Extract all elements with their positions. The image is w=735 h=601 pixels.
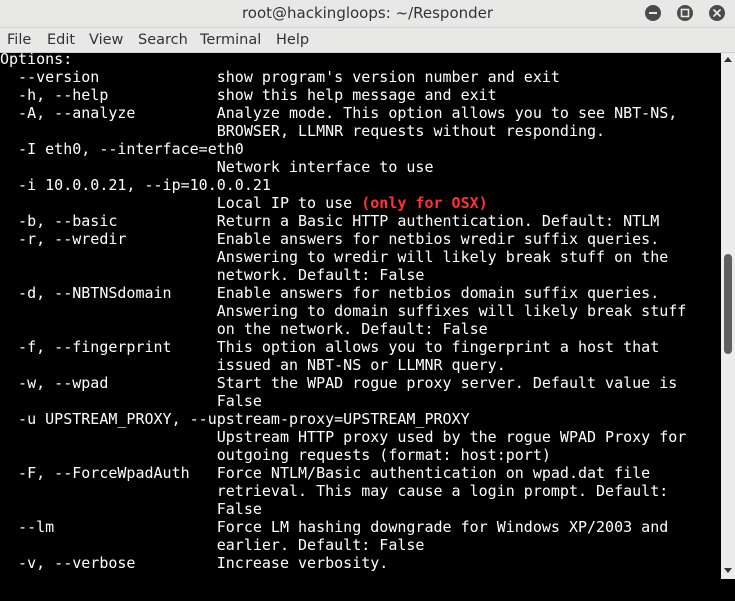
terminal-line: outgoing requests (format: host:port) (0, 446, 551, 464)
terminal-line: -f, --fingerprint This option allows you… (0, 338, 660, 356)
terminal-line: False (0, 392, 262, 410)
terminal-line-with-highlight: Local IP to use (only for OSX) (0, 194, 686, 212)
minimize-icon[interactable] (645, 5, 661, 21)
terminal-line: network. Default: False (0, 266, 425, 284)
terminal-text: Options: --version show program's versio… (0, 53, 686, 572)
terminal-line: Network interface to use (0, 158, 434, 176)
window-bottom-edge (0, 579, 735, 601)
maximize-icon[interactable] (677, 5, 693, 21)
menu-help[interactable]: Help (276, 32, 309, 48)
menu-bar: File Edit View Search Terminal Help (0, 28, 735, 53)
menu-file[interactable]: File (7, 32, 31, 48)
terminal-line: -d, --NBTNSdomain Enable answers for net… (0, 284, 660, 302)
menu-terminal[interactable]: Terminal (200, 32, 261, 48)
terminal-line: Upstream HTTP proxy used by the rogue WP… (0, 428, 687, 446)
terminal-line: -i 10.0.0.21, --ip=10.0.0.21 (0, 176, 271, 194)
title-bar: root@hackingloops: ~/Responder (0, 0, 735, 28)
terminal-line-text: Local IP to use (0, 194, 362, 212)
osx-warning-highlight: (only for OSX) (361, 194, 488, 212)
vertical-scrollbar[interactable] (721, 53, 735, 579)
menu-view[interactable]: View (89, 32, 123, 48)
scrollbar-thumb[interactable] (724, 254, 732, 354)
terminal-line: retrieval. This may cause a login prompt… (0, 482, 669, 500)
terminal-line: --version show program's version number … (0, 68, 560, 86)
terminal-line: -I eth0, --interface=eth0 (0, 140, 244, 158)
terminal-line: Options: (0, 53, 73, 68)
scroll-up-arrow-icon[interactable] (723, 55, 733, 63)
terminal-line: Answering to wredir will likely break st… (0, 248, 669, 266)
terminal-line: -w, --wpad Start the WPAD rogue proxy se… (0, 374, 678, 392)
menu-edit[interactable]: Edit (47, 32, 75, 48)
close-icon[interactable] (709, 5, 725, 21)
terminal-line: BROWSER, LLMNR requests without respondi… (0, 122, 606, 140)
terminal-line: -b, --basic Return a Basic HTTP authenti… (0, 212, 660, 230)
menu-search[interactable]: Search (138, 32, 188, 48)
terminal-output[interactable]: Options: --version show program's versio… (0, 53, 721, 579)
terminal-line: Answering to domain suffixes will likely… (0, 302, 687, 320)
terminal-line: -r, --wredir Enable answers for netbios … (0, 230, 660, 248)
terminal-line: -u UPSTREAM_PROXY, --upstream-proxy=UPST… (0, 410, 470, 428)
terminal-line: --lm Force LM hashing downgrade for Wind… (0, 518, 669, 536)
terminal-line: -h, --help show this help message and ex… (0, 86, 497, 104)
terminal-line: on the network. Default: False (0, 320, 488, 338)
window-title: root@hackingloops: ~/Responder (241, 4, 494, 22)
terminal-line: -A, --analyze Analyze mode. This option … (0, 104, 678, 122)
terminal-line: False (0, 500, 262, 518)
terminal-line: issued an NBT-NS or LLMNR query. (0, 356, 506, 374)
terminal-line: earlier. Default: False (0, 536, 425, 554)
terminal-line: -v, --verbose Increase verbosity. (0, 554, 389, 572)
terminal-line: -F, --ForceWpadAuth Force NTLM/Basic aut… (0, 464, 651, 482)
scroll-down-arrow-icon[interactable] (723, 567, 733, 575)
